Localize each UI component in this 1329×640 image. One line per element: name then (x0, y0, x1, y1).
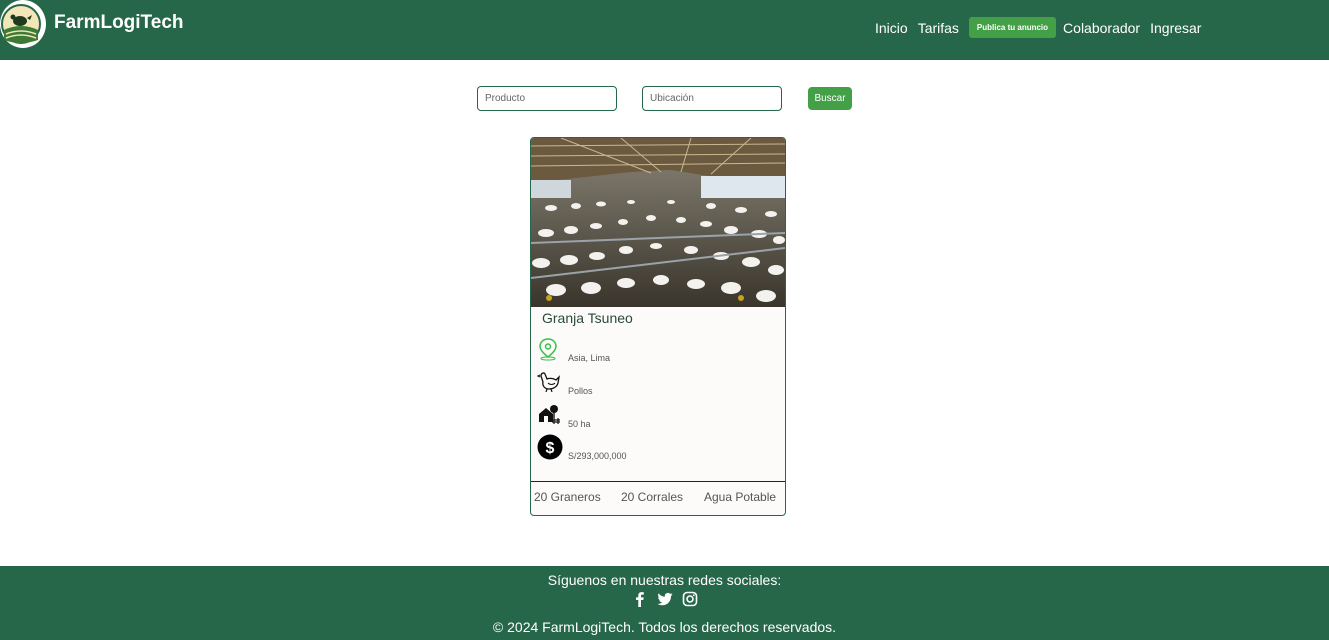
farm-icon (537, 403, 562, 428)
listing-title[interactable]: Granja Tsuneo (542, 310, 633, 326)
chicken-icon (536, 370, 562, 395)
logo[interactable] (0, 0, 46, 48)
main-nav: Inicio Tarifas Publica tu anuncio Colabo… (875, 17, 1211, 38)
nav-inicio[interactable]: Inicio (875, 20, 908, 36)
feature-granaries: 20 Graneros (534, 490, 601, 504)
facebook-icon[interactable] (632, 591, 648, 607)
copyright-text: © 2024 FarmLogiTech. Todos los derechos … (492, 619, 837, 635)
card-divider (531, 481, 785, 482)
feature-corrals: 20 Corrales (621, 490, 684, 504)
feature-water: Agua Potable (704, 490, 777, 504)
location-search-input[interactable] (642, 86, 782, 111)
social-links (0, 591, 1329, 607)
nav-ingresar[interactable]: Ingresar (1150, 20, 1201, 36)
price-row: $ S/293,000,000 (537, 434, 777, 462)
svg-text:$: $ (546, 440, 555, 457)
location-pin-icon (537, 337, 562, 362)
twitter-icon[interactable] (657, 591, 673, 607)
animal-row: Pollos (536, 370, 777, 398)
listing-image[interactable] (531, 138, 785, 307)
dollar-icon: $ (537, 434, 563, 460)
animal-text: Pollos (568, 386, 593, 396)
publish-ad-button[interactable]: Publica tu anuncio (968, 17, 1057, 38)
price-text: S/293,000,000 (568, 451, 627, 461)
nav-colaborador[interactable]: Colaborador (1063, 20, 1140, 36)
footer: Síguenos en nuestras redes sociales: © 2… (0, 566, 1329, 640)
product-search-input[interactable] (477, 86, 617, 111)
social-heading: Síguenos en nuestras redes sociales: (547, 572, 782, 588)
location-row: Asia, Lima (537, 337, 777, 365)
top-navbar: FarmLogiTech Inicio Tarifas Publica tu a… (0, 0, 1329, 60)
area-row: 50 ha (537, 403, 777, 431)
brand-name[interactable]: FarmLogiTech (54, 12, 184, 34)
search-button[interactable]: Buscar (808, 87, 852, 110)
area-text: 50 ha (568, 419, 591, 429)
listing-card[interactable]: Granja Tsuneo Asia, Lima Pollos 50 ha $ … (530, 137, 786, 516)
instagram-icon[interactable] (682, 591, 698, 607)
location-text: Asia, Lima (568, 353, 611, 363)
nav-tarifas[interactable]: Tarifas (918, 20, 959, 36)
